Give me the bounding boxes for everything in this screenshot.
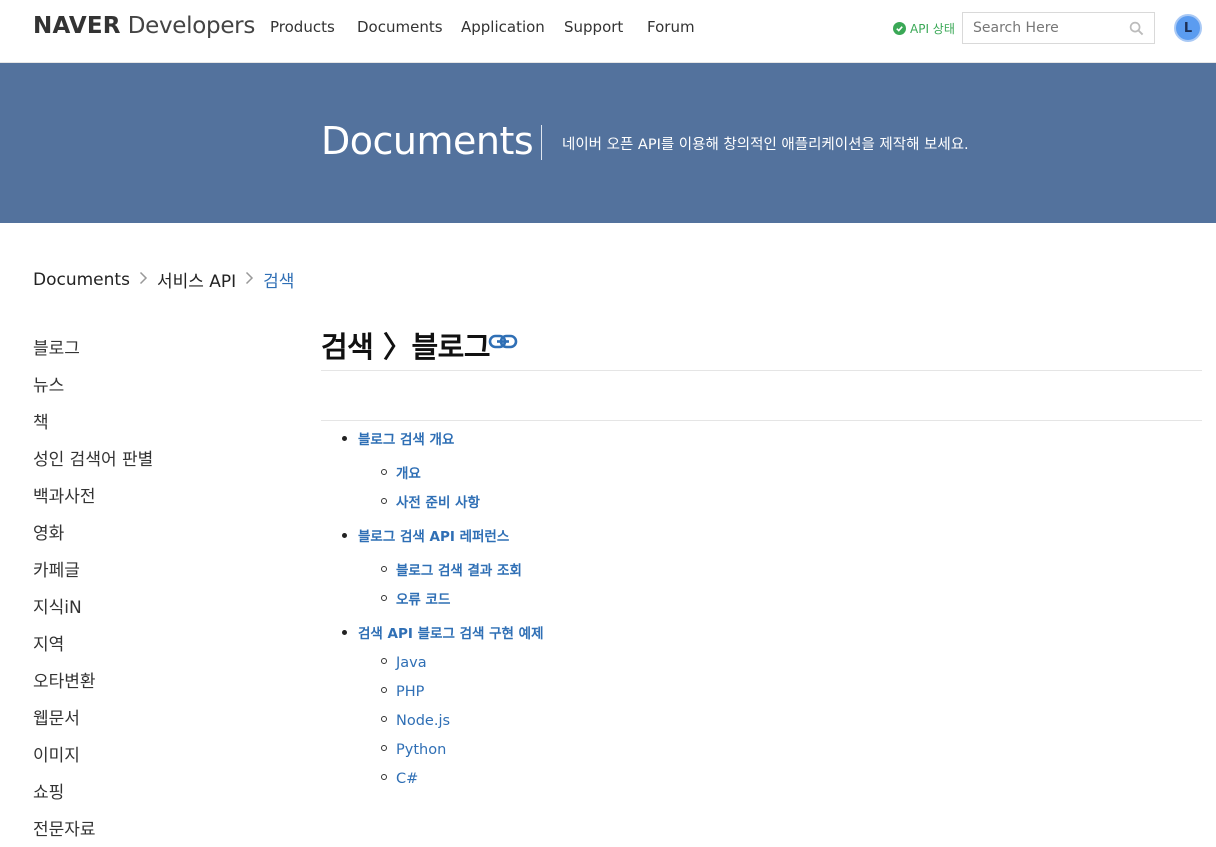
sidebar-item-cafe[interactable]: 카페글 — [33, 556, 80, 581]
sidebar-item-webkr[interactable]: 웹문서 — [33, 704, 80, 729]
breadcrumb-service-api[interactable]: 서비스 API — [157, 267, 236, 292]
title-divider — [321, 370, 1202, 371]
toc-subitem[interactable]: Java — [381, 655, 427, 671]
naver-developers-logo[interactable]: NAVER Developers — [33, 13, 255, 39]
sidebar-item-news[interactable]: 뉴스 — [33, 371, 64, 396]
sidebar-item-kin[interactable]: 지식iN — [33, 593, 82, 618]
search-box — [962, 12, 1155, 44]
breadcrumb: Documents 서비스 API 검색 — [33, 267, 294, 293]
banner-subtitle: 네이버 오픈 API를 이용해 창의적인 애플리케이션을 제작해 보세요. — [562, 137, 969, 153]
search-input[interactable] — [963, 13, 1123, 43]
toc-sublabel: 블로그 검색 결과 조회 — [396, 563, 522, 579]
toc-sublabel: Python — [396, 742, 447, 758]
toc-subitem[interactable]: 개요 — [381, 462, 421, 482]
toc-sublabel: 오류 코드 — [396, 592, 451, 608]
nav-support[interactable]: Support — [564, 18, 623, 36]
sidebar-item-adult-filter[interactable]: 성인 검색어 판별 — [33, 445, 153, 470]
circle-bullet-icon — [381, 498, 387, 504]
logo-brand: NAVER — [33, 13, 121, 39]
banner-divider — [541, 125, 542, 160]
api-status-link[interactable]: API 상태 — [893, 20, 955, 37]
toc-sublabel: Node.js — [396, 713, 451, 729]
logo-rest: Developers — [120, 13, 256, 39]
check-circle-icon — [893, 22, 906, 35]
sidebar-item-movie[interactable]: 영화 — [33, 519, 64, 544]
toc-subitem[interactable]: 오류 코드 — [381, 588, 450, 608]
user-avatar[interactable]: L — [1174, 14, 1202, 42]
toc-sublabel: PHP — [396, 684, 425, 700]
toc-divider — [321, 420, 1202, 421]
circle-bullet-icon — [381, 658, 387, 664]
page-title: 검색 〉블로그 — [321, 330, 491, 364]
circle-bullet-icon — [381, 716, 387, 722]
breadcrumb-documents[interactable]: Documents — [33, 270, 130, 290]
circle-bullet-icon — [381, 469, 387, 475]
search-icon[interactable] — [1129, 21, 1144, 40]
toc-item[interactable]: 블로그 검색 API 레퍼런스 — [342, 525, 509, 545]
toc-sublabel: Java — [396, 655, 427, 671]
toc-label: 블로그 검색 개요 — [358, 432, 455, 448]
nav-products[interactable]: Products — [270, 18, 335, 36]
toc-subitem[interactable]: C# — [381, 771, 418, 787]
circle-bullet-icon — [381, 745, 387, 751]
sidebar-item-image[interactable]: 이미지 — [33, 741, 80, 766]
toc-label: 검색 API 블로그 검색 구현 예제 — [358, 626, 544, 642]
sidebar-item-shopping[interactable]: 쇼핑 — [33, 778, 64, 803]
nav-application[interactable]: Application — [461, 18, 545, 36]
toc-subitem[interactable]: 사전 준비 사항 — [381, 491, 480, 511]
toc-sublabel: 개요 — [396, 466, 421, 482]
toc-subitem[interactable]: Python — [381, 742, 446, 758]
chevron-right-icon — [245, 270, 254, 289]
toc-item[interactable]: 블로그 검색 개요 — [342, 428, 454, 448]
circle-bullet-icon — [381, 595, 387, 601]
sidebar-item-blog[interactable]: 블로그 — [33, 334, 80, 359]
chevron-right-icon — [139, 270, 148, 289]
bullet-icon — [342, 629, 347, 635]
bullet-icon — [342, 435, 347, 441]
top-navigation-bar: NAVER Developers Products Documents Appl… — [0, 0, 1216, 63]
banner-title: Documents — [321, 119, 534, 163]
circle-bullet-icon — [381, 774, 387, 780]
documents-banner: Documents 네이버 오픈 API를 이용해 창의적인 애플리케이션을 제… — [0, 63, 1216, 223]
sidebar-item-book[interactable]: 책 — [33, 408, 49, 433]
sidebar-item-local[interactable]: 지역 — [33, 630, 64, 655]
api-status-label: API 상태 — [910, 22, 955, 36]
bullet-icon — [342, 532, 347, 538]
toc-label: 블로그 검색 API 레퍼런스 — [358, 529, 510, 545]
toc-subitem[interactable]: PHP — [381, 684, 424, 700]
toc-subitem[interactable]: 블로그 검색 결과 조회 — [381, 559, 522, 579]
sidebar-item-doc[interactable]: 전문자료 — [33, 815, 96, 840]
link-icon[interactable] — [488, 332, 518, 356]
toc-item[interactable]: 검색 API 블로그 검색 구현 예제 — [342, 622, 544, 642]
toc-sublabel: C# — [396, 771, 419, 787]
nav-documents[interactable]: Documents — [357, 18, 443, 36]
breadcrumb-search[interactable]: 검색 — [263, 267, 294, 292]
toc-sublabel: 사전 준비 사항 — [396, 495, 480, 511]
sidebar-item-encyclopedia[interactable]: 백과사전 — [33, 482, 96, 507]
toc-subitem[interactable]: Node.js — [381, 713, 450, 729]
circle-bullet-icon — [381, 687, 387, 693]
sidebar-item-errata[interactable]: 오타변환 — [33, 667, 96, 692]
circle-bullet-icon — [381, 566, 387, 572]
nav-forum[interactable]: Forum — [647, 18, 695, 36]
